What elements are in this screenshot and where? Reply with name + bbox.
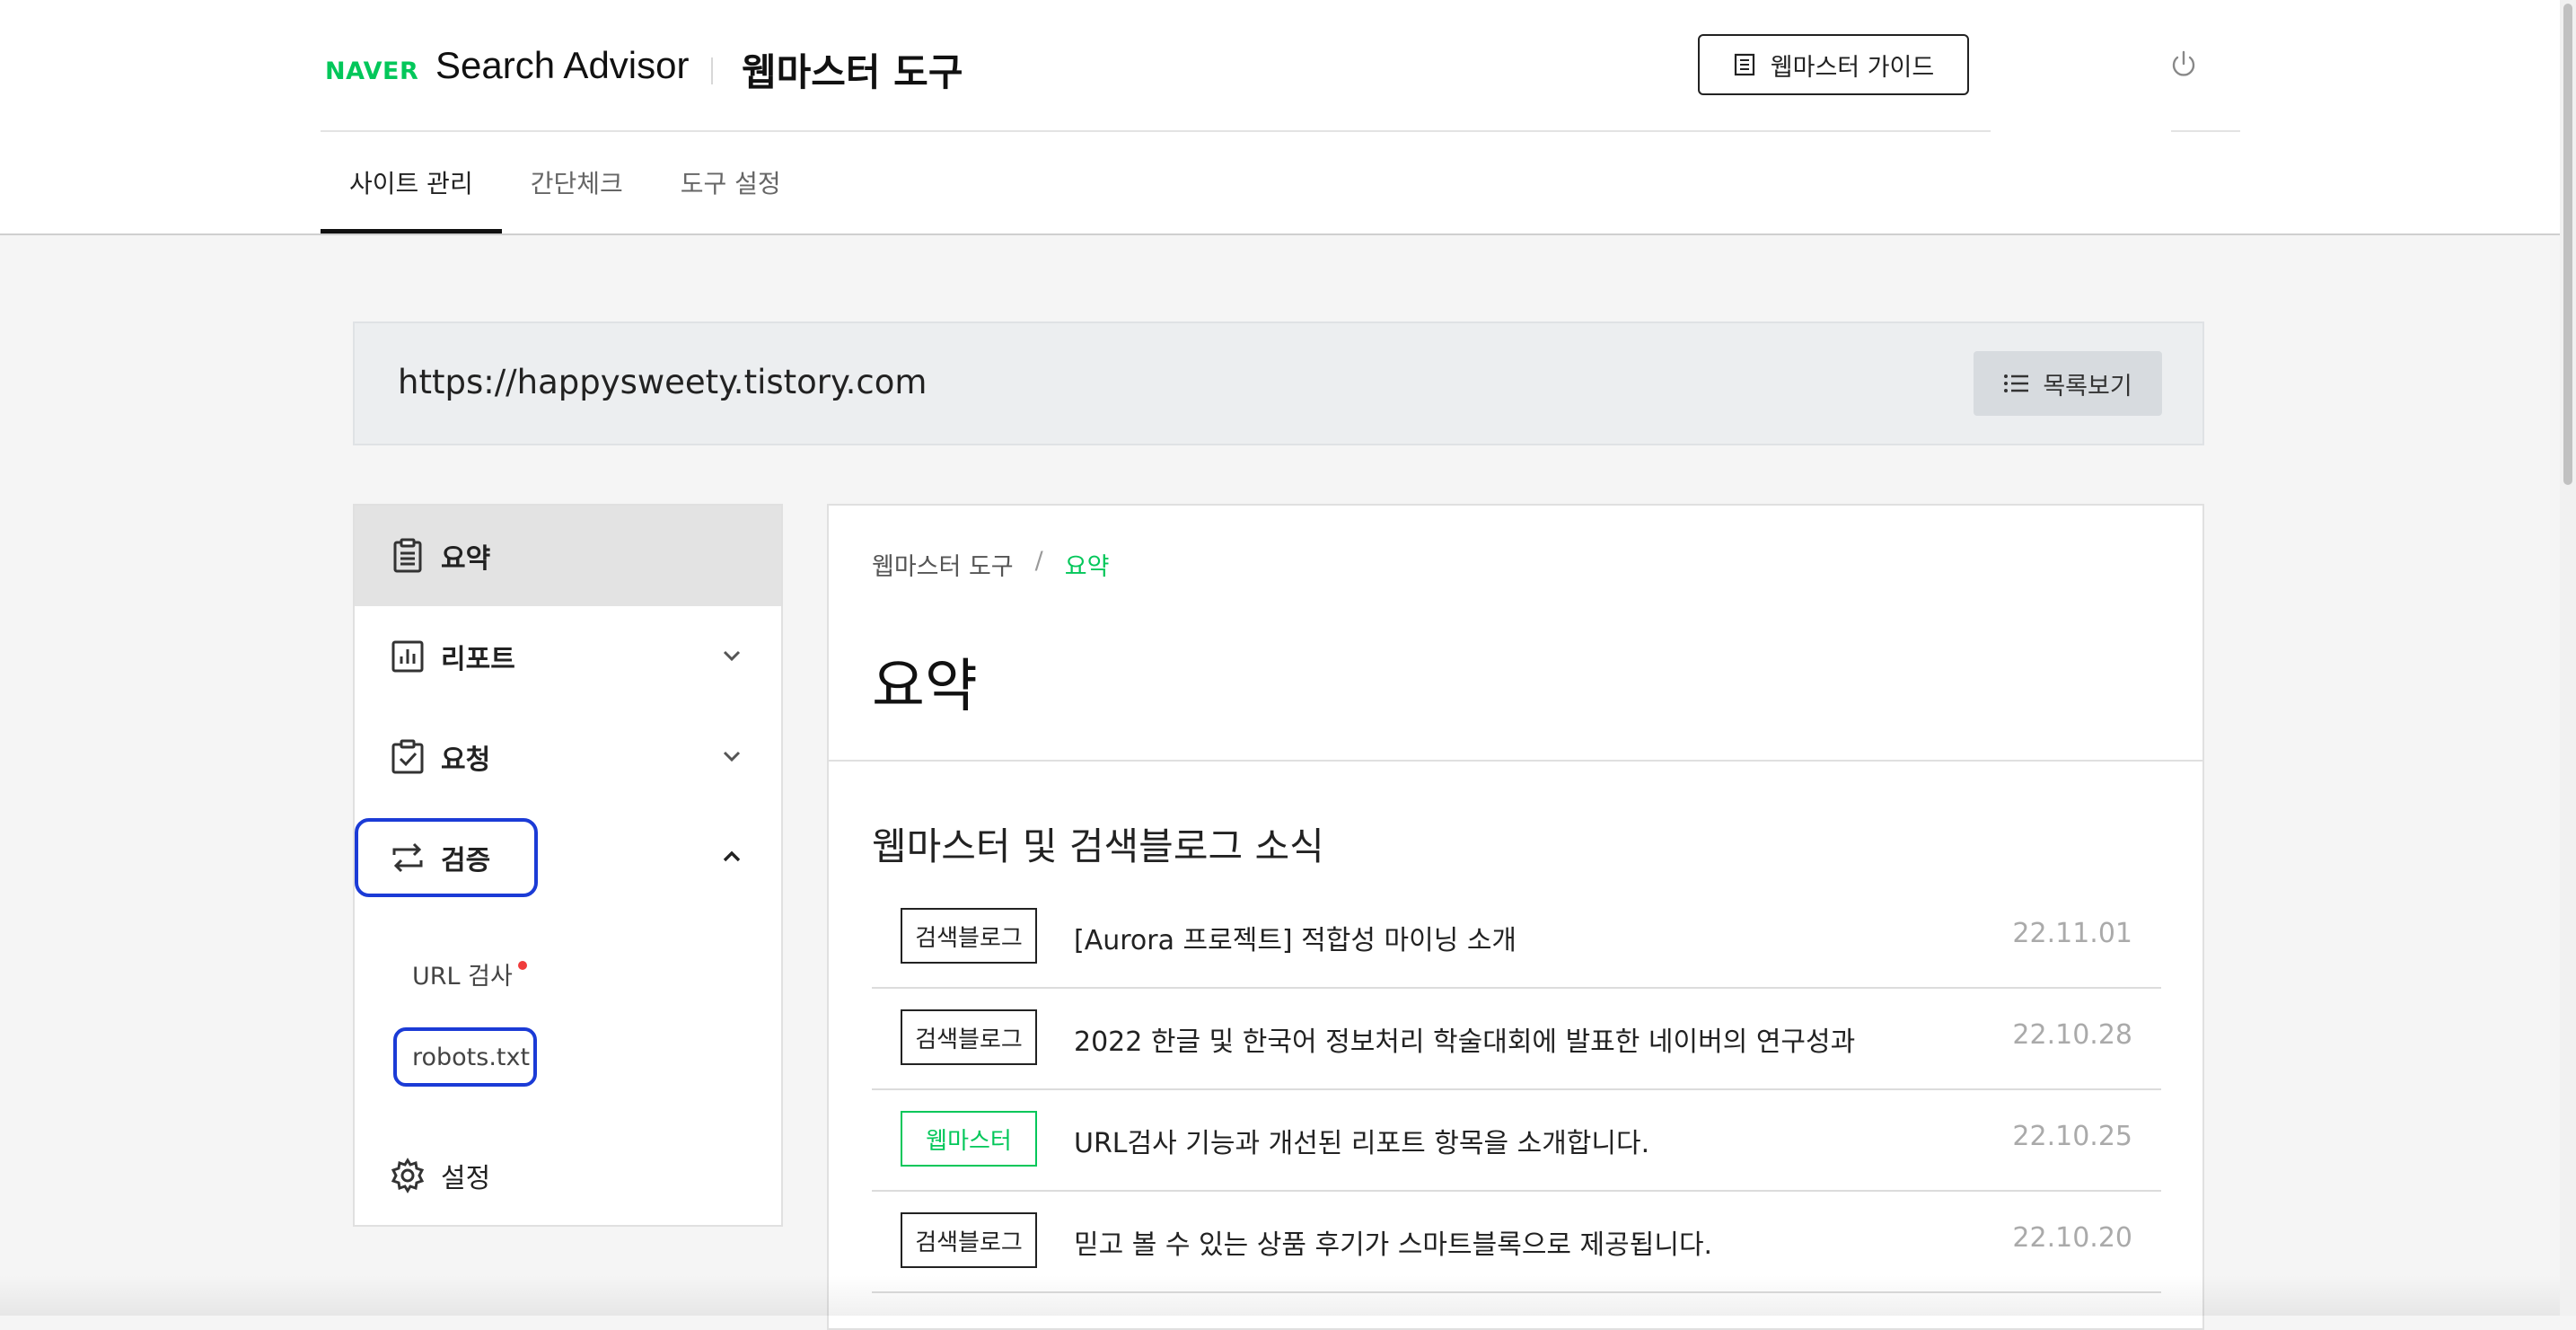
news-date: 22.10.25 (2012, 1121, 2132, 1152)
global-nav: 사이트 관리 간단체크 도구 설정 (321, 133, 810, 233)
sidebar-item-request[interactable]: 요청 (355, 707, 781, 807)
bar-chart-icon (391, 640, 424, 673)
news-tag: 웹마스터 (901, 1111, 1037, 1167)
sidebar-item-label: 리포트 (441, 644, 515, 675)
page-title: 요약 (872, 654, 978, 720)
highlight-verify (355, 818, 538, 897)
list-icon (2004, 374, 2029, 392)
clipboard-icon (393, 538, 422, 573)
sidebar: 요약 리포트 요청 검증 URL 검사 robots.txt 설정 (353, 504, 783, 1227)
vertical-scrollbar[interactable] (2560, 0, 2576, 1316)
tab-quick-check[interactable]: 간단체크 (502, 133, 652, 232)
news-tag: 검색블로그 (901, 908, 1037, 964)
gear-icon (391, 1158, 425, 1193)
power-icon[interactable] (2167, 48, 2200, 81)
header-divider-right (2171, 130, 2240, 132)
tab-site-management[interactable]: 사이트 관리 (321, 133, 502, 233)
news-section-title: 웹마스터 및 검색블로그 소식 (872, 824, 1324, 868)
sidebar-item-summary[interactable]: 요약 (355, 506, 781, 606)
app-name[interactable]: Search Advisor (435, 44, 689, 87)
news-tag: 검색블로그 (901, 1009, 1037, 1065)
title-divider (829, 760, 2202, 762)
top-header: NAVER Search Advisor 웹마스터 도구 웹마스터 가이드 사이… (0, 0, 2560, 235)
new-badge-dot (517, 961, 527, 970)
sub-item-label: URL 검사 (412, 963, 513, 991)
news-date: 22.10.20 (2012, 1222, 2132, 1254)
header-divider (321, 130, 1991, 132)
sidebar-item-label: 요약 (441, 543, 491, 575)
news-list: 검색블로그 [Aurora 프로젝트] 적합성 마이닝 소개 22.11.01 … (872, 887, 2161, 1293)
tab-tool-settings[interactable]: 도구 설정 (652, 133, 810, 232)
news-title[interactable]: [Aurora 프로젝트] 적합성 마이닝 소개 (1074, 918, 1517, 957)
guide-button-label: 웹마스터 가이드 (1770, 53, 1935, 82)
scrollbar-thumb[interactable] (2563, 4, 2572, 485)
news-date: 22.11.01 (2012, 918, 2132, 949)
main-panel: 웹마스터 도구 / 요약 요약 웹마스터 및 검색블로그 소식 검색블로그 [A… (827, 504, 2204, 1330)
news-tag: 검색블로그 (901, 1212, 1037, 1268)
news-row[interactable]: 웹마스터 URL검사 기능과 개선된 리포트 항목을 소개합니다. 22.10.… (872, 1090, 2161, 1192)
chevron-up-icon[interactable] (718, 843, 745, 870)
clipboard-check-icon (391, 739, 424, 774)
sidebar-item-report[interactable]: 리포트 (355, 606, 781, 707)
news-title[interactable]: 2022 한글 및 한국어 정보처리 학술대회에 발표한 네이버의 연구성과 (1074, 1019, 1855, 1059)
breadcrumb-webmaster[interactable]: 웹마스터 도구 (872, 547, 1014, 582)
naver-logo[interactable]: NAVER (325, 57, 418, 85)
chevron-down-icon[interactable] (718, 642, 745, 669)
news-row[interactable]: 검색블로그 [Aurora 프로젝트] 적합성 마이닝 소개 22.11.01 (872, 887, 2161, 989)
logo-separator (711, 57, 713, 84)
sub-item-url-inspect[interactable]: URL 검사 (412, 956, 527, 991)
news-title[interactable]: URL검사 기능과 개선된 리포트 항목을 소개합니다. (1074, 1121, 1649, 1160)
guide-book-icon (1734, 53, 1754, 76)
webmaster-guide-button[interactable]: 웹마스터 가이드 (1698, 34, 1969, 95)
news-date: 22.10.28 (2012, 1019, 2132, 1051)
news-title[interactable]: 믿고 볼 수 있는 상품 후기가 스마트블록으로 제공됩니다. (1074, 1222, 1712, 1262)
chevron-down-icon[interactable] (718, 743, 745, 770)
list-view-button[interactable]: 목록보기 (1974, 351, 2162, 416)
site-url-bar: https://happysweety.tistory.com 목록보기 (353, 321, 2204, 445)
breadcrumb-separator: / (1034, 547, 1043, 575)
breadcrumb-current: 요약 (1064, 553, 1110, 581)
tool-name[interactable]: 웹마스터 도구 (742, 42, 963, 97)
sidebar-item-settings[interactable]: 설정 (355, 1125, 781, 1226)
list-view-label: 목록보기 (2043, 372, 2132, 401)
site-url: https://happysweety.tistory.com (398, 363, 928, 401)
breadcrumb: 웹마스터 도구 / 요약 (872, 547, 1109, 582)
sidebar-item-label: 설정 (441, 1163, 491, 1194)
highlight-robots (393, 1027, 537, 1087)
news-row[interactable]: 검색블로그 2022 한글 및 한국어 정보처리 학술대회에 발표한 네이버의 … (872, 989, 2161, 1090)
bottom-fade (0, 1275, 2560, 1316)
sidebar-item-label: 요청 (441, 744, 491, 776)
